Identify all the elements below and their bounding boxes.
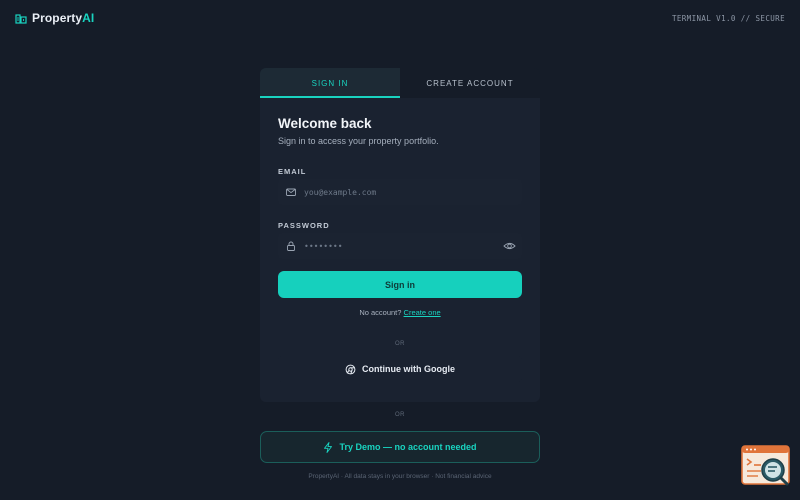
email-field-wrapper bbox=[278, 179, 522, 205]
eye-icon[interactable] bbox=[503, 240, 516, 252]
password-input[interactable] bbox=[304, 237, 494, 255]
password-field-wrapper bbox=[278, 233, 522, 259]
create-account-link[interactable]: Create one bbox=[404, 308, 441, 317]
email-label: EMAIL bbox=[278, 167, 307, 176]
password-label: PASSWORD bbox=[278, 221, 330, 230]
google-sign-in-button[interactable]: Continue with Google bbox=[278, 356, 522, 382]
brand[interactable]: PropertyAI bbox=[15, 11, 94, 25]
email-input[interactable] bbox=[304, 183, 494, 201]
footer-text: PropertyAI · All data stays in your brow… bbox=[308, 473, 492, 480]
no-account-text: No account? bbox=[359, 308, 402, 317]
google-icon bbox=[345, 364, 356, 374]
form-title: Welcome back bbox=[278, 116, 372, 131]
lock-icon bbox=[287, 241, 295, 251]
or-divider: OR bbox=[395, 341, 405, 347]
try-demo-button[interactable]: Try Demo — no account needed bbox=[260, 431, 540, 463]
tab-sign-in[interactable]: SIGN IN bbox=[260, 68, 400, 98]
terminal-label: TERMINAL V1.0 // SECURE bbox=[671, 14, 785, 23]
or-divider-outer: OR bbox=[395, 412, 405, 418]
lightning-icon bbox=[324, 441, 333, 453]
brand-name: PropertyAI bbox=[32, 11, 95, 25]
google-button-label: Continue with Google bbox=[362, 364, 455, 374]
form-subtitle: Sign in to access your property portfoli… bbox=[278, 136, 439, 146]
sign-in-button[interactable]: Sign in bbox=[278, 271, 522, 298]
tab-create-account[interactable]: CREATE ACCOUNT bbox=[400, 68, 540, 98]
terminal-search-icon[interactable] bbox=[741, 445, 791, 487]
building-icon bbox=[15, 13, 27, 24]
auth-card: SIGN IN CREATE ACCOUNT Welcome back Sign… bbox=[260, 68, 540, 402]
no-account-row: No account? Create one bbox=[260, 308, 540, 317]
top-bar: PropertyAI TERMINAL V1.0 // SECURE bbox=[0, 0, 800, 36]
mail-icon bbox=[286, 188, 296, 196]
try-demo-label: Try Demo — no account needed bbox=[339, 442, 477, 452]
auth-tabs: SIGN IN CREATE ACCOUNT bbox=[260, 68, 540, 98]
